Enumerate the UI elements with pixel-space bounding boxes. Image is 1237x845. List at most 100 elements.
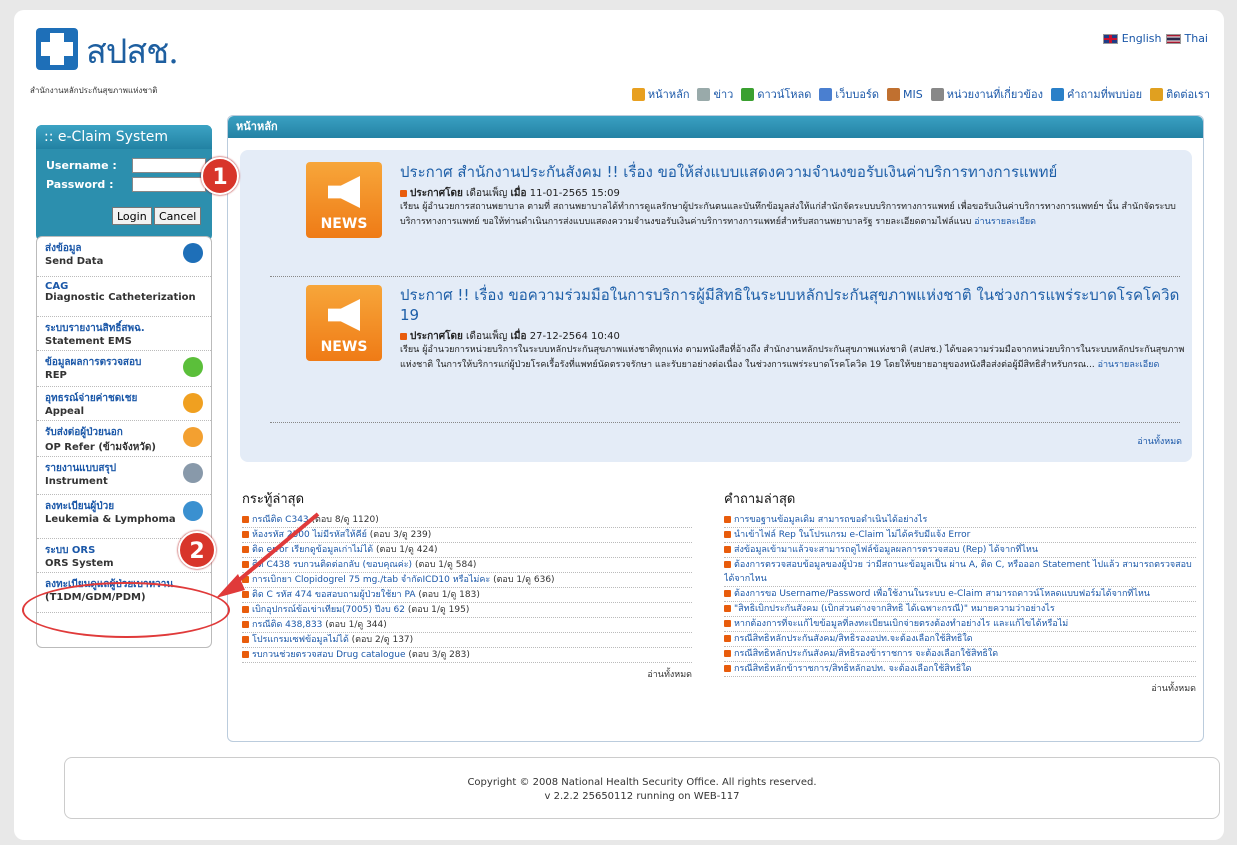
lang-english-link[interactable]: English xyxy=(1122,32,1162,45)
thread-count: (ตอบ 3/ดู 283) xyxy=(408,650,470,660)
board-icon xyxy=(819,87,833,101)
faq-item[interactable]: การขอฐานข้อมูลเดิม สามารถขอดำเนินได้อย่า… xyxy=(724,513,1196,528)
faq-item[interactable]: ต้องการตรวจสอบข้อมูลของผู้ป่วย ว่ามีสถาน… xyxy=(724,558,1196,587)
username-input[interactable] xyxy=(132,158,206,173)
nav-link-label: เว็บบอร์ด xyxy=(835,88,879,101)
sidebar-item-title: ระบบรายงานสิทธิ์สพฉ. xyxy=(45,323,145,334)
sidebar-item[interactable]: CAG Diagnostic Catheterization xyxy=(37,277,211,317)
footer: Copyright © 2008 National Health Securit… xyxy=(64,757,1220,819)
sidebar-item-title: ส่งข้อมูล xyxy=(45,243,82,254)
nav-link[interactable]: ข่าว xyxy=(697,85,733,103)
thread-count: (ตอบ 1/ดู 183) xyxy=(418,590,480,600)
password-input[interactable] xyxy=(132,177,206,192)
sidebar-item-subtitle: ORS System xyxy=(45,558,114,569)
faq-question: ต้องการตรวจสอบข้อมูลของผู้ป่วย ว่ามีสถาน… xyxy=(724,560,1192,584)
thread-count: (ตอบ 1/ดู 195) xyxy=(407,605,470,615)
uk-flag-icon xyxy=(1102,33,1118,44)
nav-link[interactable]: หน่วยงานที่เกี่ยวข้อง xyxy=(930,85,1043,103)
thread-item[interactable]: ติด C รหัส 474 ขอสอบถามผู้ป่วยใช้ยา PA (… xyxy=(242,588,692,603)
sidebar-item[interactable]: ลงทะเบียนผู้ป่วย Leukemia & Lymphoma xyxy=(37,495,211,539)
thread-title: รบกวนช่วยตรวจสอบ Drug catalogue xyxy=(252,650,406,660)
thread-item[interactable]: โปรแกรมเซฟข้อมูลไม่ได้ (ตอบ 2/ดู 137) xyxy=(242,633,692,648)
news-title[interactable]: ประกาศ !! เรื่อง ขอความร่วมมือในการบริกา… xyxy=(400,285,1190,325)
faq-heading: คำถามล่าสุด xyxy=(724,492,796,507)
faq-question: กรณีสิทธิหลักประกันสังคม/สิทธิรองอปท.จะต… xyxy=(734,634,973,644)
login-title: :: e-Claim System xyxy=(36,125,212,149)
thread-item[interactable]: ติด error เรียกดูข้อมูลเก่าไม่ได้ (ตอบ 1… xyxy=(242,543,692,558)
bullet-icon xyxy=(242,636,249,643)
sidebar-item[interactable]: ส่งข้อมูล Send Data xyxy=(37,237,211,277)
thread-title: โปรแกรมเซฟข้อมูลไม่ได้ xyxy=(252,635,349,645)
bullet-icon xyxy=(242,576,249,583)
nav-link[interactable]: เว็บบอร์ด xyxy=(819,85,879,103)
sidebar-item[interactable]: อุทธรณ์จ่ายค่าชดเชย Appeal xyxy=(37,387,211,421)
nav-link[interactable]: คำถามที่พบบ่อย xyxy=(1050,85,1142,103)
cancel-button[interactable]: Cancel xyxy=(154,207,202,225)
thread-item[interactable]: รบกวนช่วยตรวจสอบ Drug catalogue (ตอบ 3/ด… xyxy=(242,648,692,663)
sidebar-item[interactable]: ข้อมูลผลการตรวจสอบ REP xyxy=(37,351,211,387)
news-read-more-link[interactable]: อ่านรายละเอียด xyxy=(974,217,1036,227)
appeal-icon xyxy=(183,393,203,413)
thread-item[interactable]: กรณีติด 438,833 (ตอบ 1/ดู 344) xyxy=(242,618,692,633)
nav-link-label: ดาวน์โหลด xyxy=(757,88,812,101)
send-data-icon xyxy=(183,243,203,263)
bullet-icon xyxy=(242,546,249,553)
faq-question: หากต้องการที่จะแก้ไขข้อมูลที่ลงทะเบียนเบ… xyxy=(734,619,1069,629)
threads-read-all-link[interactable]: อ่านทั้งหมด xyxy=(647,670,692,680)
lang-thai-link[interactable]: Thai xyxy=(1185,32,1209,45)
bullet-icon xyxy=(724,650,731,657)
news-title[interactable]: ประกาศ สำนักงานประกันสังคม !! เรื่อง ขอใ… xyxy=(400,162,1190,182)
password-label: Password : xyxy=(46,178,114,191)
threads-heading: กระทู้ล่าสุด xyxy=(242,492,305,507)
link-icon xyxy=(930,87,944,101)
thread-count: (ตอบ 1/ดู 584) xyxy=(414,560,477,570)
nav-link-label: หน่วยงานที่เกี่ยวข้อง xyxy=(946,88,1043,101)
bullet-icon xyxy=(724,590,731,597)
thread-title: กรณีติด 438,833 xyxy=(252,620,323,630)
logo-subtitle: สำนักงานหลักประกันสุขภาพแห่งชาติ xyxy=(30,86,158,95)
bullet-icon xyxy=(242,606,249,613)
bullet-icon xyxy=(724,561,731,568)
thread-item[interactable]: ห้องรหัส 2500 ไม่มีรหัสให้คีย์ (ตอบ 3/ดู… xyxy=(242,528,692,543)
news-body: เรียน ผู้อำนวยการสถานพยาบาล ตามที่ สถานพ… xyxy=(400,202,1176,227)
nav-link[interactable]: MIS xyxy=(886,87,923,101)
faq-item[interactable]: ต้องการขอ Username/Password เพื่อใช้งานใ… xyxy=(724,587,1196,602)
news-read-all-link[interactable]: อ่านทั้งหมด xyxy=(1137,434,1182,448)
faq-item[interactable]: ส่งข้อมูลเข้ามาแล้วจะสามารถดูไฟล์ข้อมูลผ… xyxy=(724,543,1196,558)
nav-link[interactable]: หน้าหลัก xyxy=(631,85,689,103)
thread-item[interactable]: เบิกอุปกรณ์ข้อเข่าเทียม(7005) ปีงบ 62 (ต… xyxy=(242,603,692,618)
news-read-more-link[interactable]: อ่านรายละเอียด xyxy=(1098,360,1160,370)
thread-item[interactable]: ติด C438 รบกวนติดต่อกลับ (ขอบคุณค่ะ) (ตอ… xyxy=(242,558,692,573)
bullet-icon xyxy=(400,189,407,197)
nav-link[interactable]: ติดต่อเรา xyxy=(1150,85,1210,103)
news-meta: ประกาศโดย เดือนเพ็ญ เมื่อ 27-12-2564 10:… xyxy=(400,329,620,344)
thai-flag-icon xyxy=(1165,33,1181,44)
login-button[interactable]: Login xyxy=(112,207,152,225)
divider xyxy=(270,276,1180,277)
thread-item[interactable]: การเบิกยา Clopidogrel 75 mg./tab จำกัดIC… xyxy=(242,573,692,588)
chart-icon xyxy=(886,87,900,101)
sidebar-item[interactable]: รับส่งต่อผู้ป่วยนอก OP Refer (ข้ามจังหวัด… xyxy=(37,421,211,457)
sidebar-item[interactable]: รายงานแบบสรุป Instrument xyxy=(37,457,211,495)
version-text: v 2.2.2 25650112 running on WEB-117 xyxy=(544,791,740,802)
faq-item[interactable]: กรณีสิทธิหลักข้าราชการ/สิทธิหลักอปท. จะต… xyxy=(724,662,1196,677)
thread-count: (ตอบ 1/ดู 424) xyxy=(375,545,438,555)
thread-title: ติด C รหัส 474 ขอสอบถามผู้ป่วยใช้ยา PA xyxy=(252,590,416,600)
threads-list: กรณีติด C343 (ตอบ 8/ดู 1120) ห้องรหัส 250… xyxy=(242,513,692,663)
sidebar-item-title: CAG xyxy=(45,281,69,292)
faq-item[interactable]: กรณีสิทธิหลักประกันสังคม/สิทธิรองอปท.จะต… xyxy=(724,632,1196,647)
faq-item[interactable]: กรณีสิทธิหลักประกันสังคม/สิทธิรองข้าราชก… xyxy=(724,647,1196,662)
faq-item[interactable]: หากต้องการที่จะแก้ไขข้อมูลที่ลงทะเบียนเบ… xyxy=(724,617,1196,632)
logo[interactable]: สปสช. สำนักงานหลักประกันสุขภาพแห่งชาติ xyxy=(28,26,228,96)
sidebar-item[interactable]: ระบบรายงานสิทธิ์สพฉ. Statement EMS xyxy=(37,317,211,351)
sidebar-item-title: ลงทะเบียนผู้ป่วย xyxy=(45,501,115,512)
faq-read-all-link[interactable]: อ่านทั้งหมด xyxy=(1151,684,1196,694)
thread-title: ติด C438 รบกวนติดต่อกลับ (ขอบคุณค่ะ) xyxy=(252,560,413,570)
faq-item[interactable]: "สิทธิเบิกประกันสังคม (เบิกส่วนต่างจากสิ… xyxy=(724,602,1196,617)
nav-link[interactable]: ดาวน์โหลด xyxy=(741,85,811,103)
thread-item[interactable]: กรณีติด C343 (ตอบ 8/ดู 1120) xyxy=(242,513,692,528)
nav-link-label: ข่าว xyxy=(713,88,734,101)
faq-item[interactable]: นำเข้าไฟล์ Rep ในโปรแกรม e-Claim ไม่ได้ค… xyxy=(724,528,1196,543)
home-icon xyxy=(631,87,645,101)
mail-icon xyxy=(1150,87,1164,101)
